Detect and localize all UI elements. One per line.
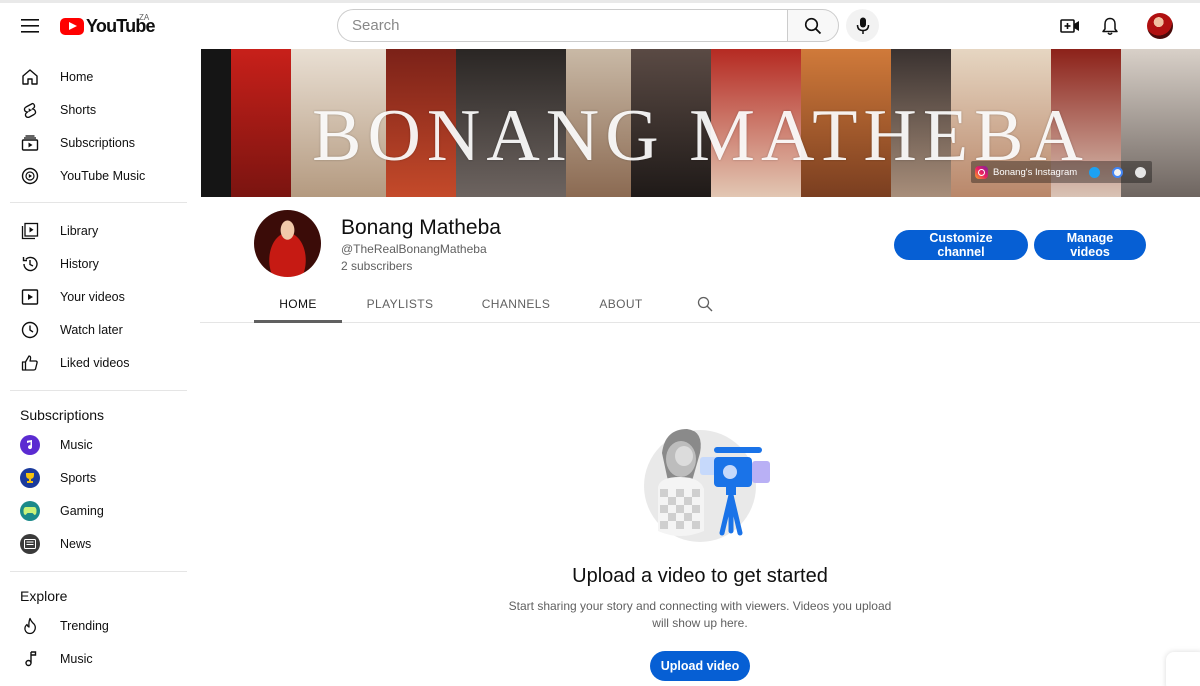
google-link-icon[interactable] <box>1112 166 1124 178</box>
sports-channel-icon <box>20 467 40 488</box>
explore-heading: Explore <box>20 588 68 604</box>
sidebar-item-label: Home <box>60 69 94 84</box>
music-channel-icon <box>20 434 40 455</box>
subscriber-count: 2 subscribers <box>341 259 413 273</box>
channel-name: Bonang Matheba <box>341 216 501 239</box>
sidebar-item-label: Subscriptions <box>60 135 136 150</box>
sidebar-item-your-videos[interactable]: Your videos <box>10 280 186 313</box>
channel-avatar-wrap <box>20 467 40 488</box>
tab-about[interactable]: ABOUT <box>590 286 652 322</box>
channel-tabs: HOME PLAYLISTS CHANNELS ABOUT <box>200 286 1200 323</box>
gaming-channel-icon <box>20 500 40 521</box>
notifications-button[interactable] <box>1097 13 1123 39</box>
sidebar-item-label: Gaming <box>60 503 104 518</box>
website-link-icon[interactable] <box>1135 166 1147 178</box>
tab-channels[interactable]: CHANNELS <box>476 286 556 322</box>
hamburger-menu-icon <box>21 19 39 33</box>
sidebar-divider <box>10 202 187 203</box>
subscriptions-heading: Subscriptions <box>20 407 105 423</box>
sidebar-item-watch-later[interactable]: Watch later <box>10 313 186 346</box>
channel-avatar[interactable] <box>254 210 321 277</box>
history-icon <box>20 254 40 274</box>
sidebar-divider <box>10 571 187 572</box>
upload-video-button[interactable]: Upload video <box>650 651 750 681</box>
sidebar-item-library[interactable]: Library <box>10 214 186 247</box>
sidebar-item-label: Library <box>60 223 99 238</box>
sidebar-item-label: Watch later <box>60 322 123 337</box>
sidebar-item-label: Liked videos <box>60 355 130 370</box>
create-button[interactable] <box>1057 13 1083 39</box>
channel-handle: @TheRealBonangMatheba <box>341 242 487 256</box>
sidebar-item-gaming-channel[interactable]: Gaming <box>10 494 186 527</box>
sidebar-divider <box>10 390 187 391</box>
sidebar-item-label: Music <box>60 651 93 666</box>
floating-corner-card[interactable] <box>1166 652 1200 686</box>
sidebar-item-music-channel[interactable]: Music <box>10 428 186 461</box>
sidebar-item-liked-videos[interactable]: Liked videos <box>10 346 186 379</box>
sidebar-item-sports-channel[interactable]: Sports <box>10 461 186 494</box>
customize-channel-button[interactable]: Customize channel <box>894 230 1028 260</box>
twitter-link-icon[interactable] <box>1089 166 1101 178</box>
hamburger-menu-button[interactable] <box>14 10 46 42</box>
sidebar-item-label: Trending <box>60 618 109 633</box>
shorts-icon <box>20 100 40 120</box>
subscriptions-icon <box>20 133 40 153</box>
tab-playlists[interactable]: PLAYLISTS <box>360 286 440 322</box>
news-channel-icon <box>20 533 40 554</box>
sidebar: Home Shorts Subscriptions YouTube Music … <box>0 49 200 686</box>
instagram-icon <box>975 165 988 179</box>
instagram-link[interactable]: Bonang's Instagram <box>993 167 1077 178</box>
manage-videos-button[interactable]: Manage videos <box>1034 230 1146 260</box>
banner-links: Bonang's Instagram <box>971 161 1153 183</box>
account-avatar[interactable] <box>1147 13 1173 39</box>
sidebar-item-label: History <box>60 256 99 271</box>
home-icon <box>20 67 40 87</box>
sidebar-item-label: Your videos <box>60 289 125 304</box>
microphone-icon <box>856 17 869 34</box>
create-video-icon <box>1060 19 1079 33</box>
your-videos-icon <box>20 287 40 307</box>
sidebar-item-label: Music <box>60 437 93 452</box>
music-note-icon <box>20 649 40 669</box>
sidebar-item-home[interactable]: Home <box>10 60 186 93</box>
sidebar-item-label: News <box>60 536 92 551</box>
camera-operator-figure <box>658 429 704 536</box>
sidebar-item-label: Sports <box>60 470 97 485</box>
empty-state-description: Start sharing your story and connecting … <box>508 599 892 630</box>
voice-search-button[interactable] <box>846 9 879 42</box>
channel-avatar-wrap <box>20 533 40 554</box>
sidebar-item-label: Shorts <box>60 102 97 117</box>
watch-later-icon <box>20 320 40 340</box>
trending-icon <box>20 616 40 636</box>
sidebar-item-subscriptions[interactable]: Subscriptions <box>10 126 186 159</box>
sidebar-item-youtube-music[interactable]: YouTube Music <box>10 159 186 192</box>
top-header: YouTube ZA <box>0 3 1200 49</box>
sidebar-item-news-channel[interactable]: News <box>10 527 186 560</box>
channel-avatar-wrap <box>20 500 40 521</box>
youtube-play-icon <box>60 17 84 35</box>
country-code: ZA <box>139 13 150 22</box>
sidebar-item-trending[interactable]: Trending <box>10 609 186 642</box>
liked-videos-icon <box>20 353 40 373</box>
channel-banner: BONANG MATHEBA Bonang's Instagram <box>201 49 1200 197</box>
search-button[interactable] <box>787 9 839 42</box>
channel-search-button[interactable] <box>694 293 716 315</box>
empty-state-title: Upload a video to get started <box>572 565 828 587</box>
sidebar-item-music[interactable]: Music <box>10 642 186 675</box>
bell-icon <box>1102 17 1118 35</box>
search-icon <box>804 17 822 34</box>
upload-illustration <box>644 429 770 542</box>
youtube-music-icon <box>20 166 40 186</box>
channel-avatar-wrap <box>20 434 40 455</box>
sidebar-item-shorts[interactable]: Shorts <box>10 93 186 126</box>
library-icon <box>20 221 40 241</box>
tab-home[interactable]: HOME <box>254 286 342 323</box>
search-input[interactable] <box>337 9 788 42</box>
sidebar-item-history[interactable]: History <box>10 247 186 280</box>
search-icon <box>697 296 713 312</box>
sidebar-item-label: YouTube Music <box>60 168 146 183</box>
